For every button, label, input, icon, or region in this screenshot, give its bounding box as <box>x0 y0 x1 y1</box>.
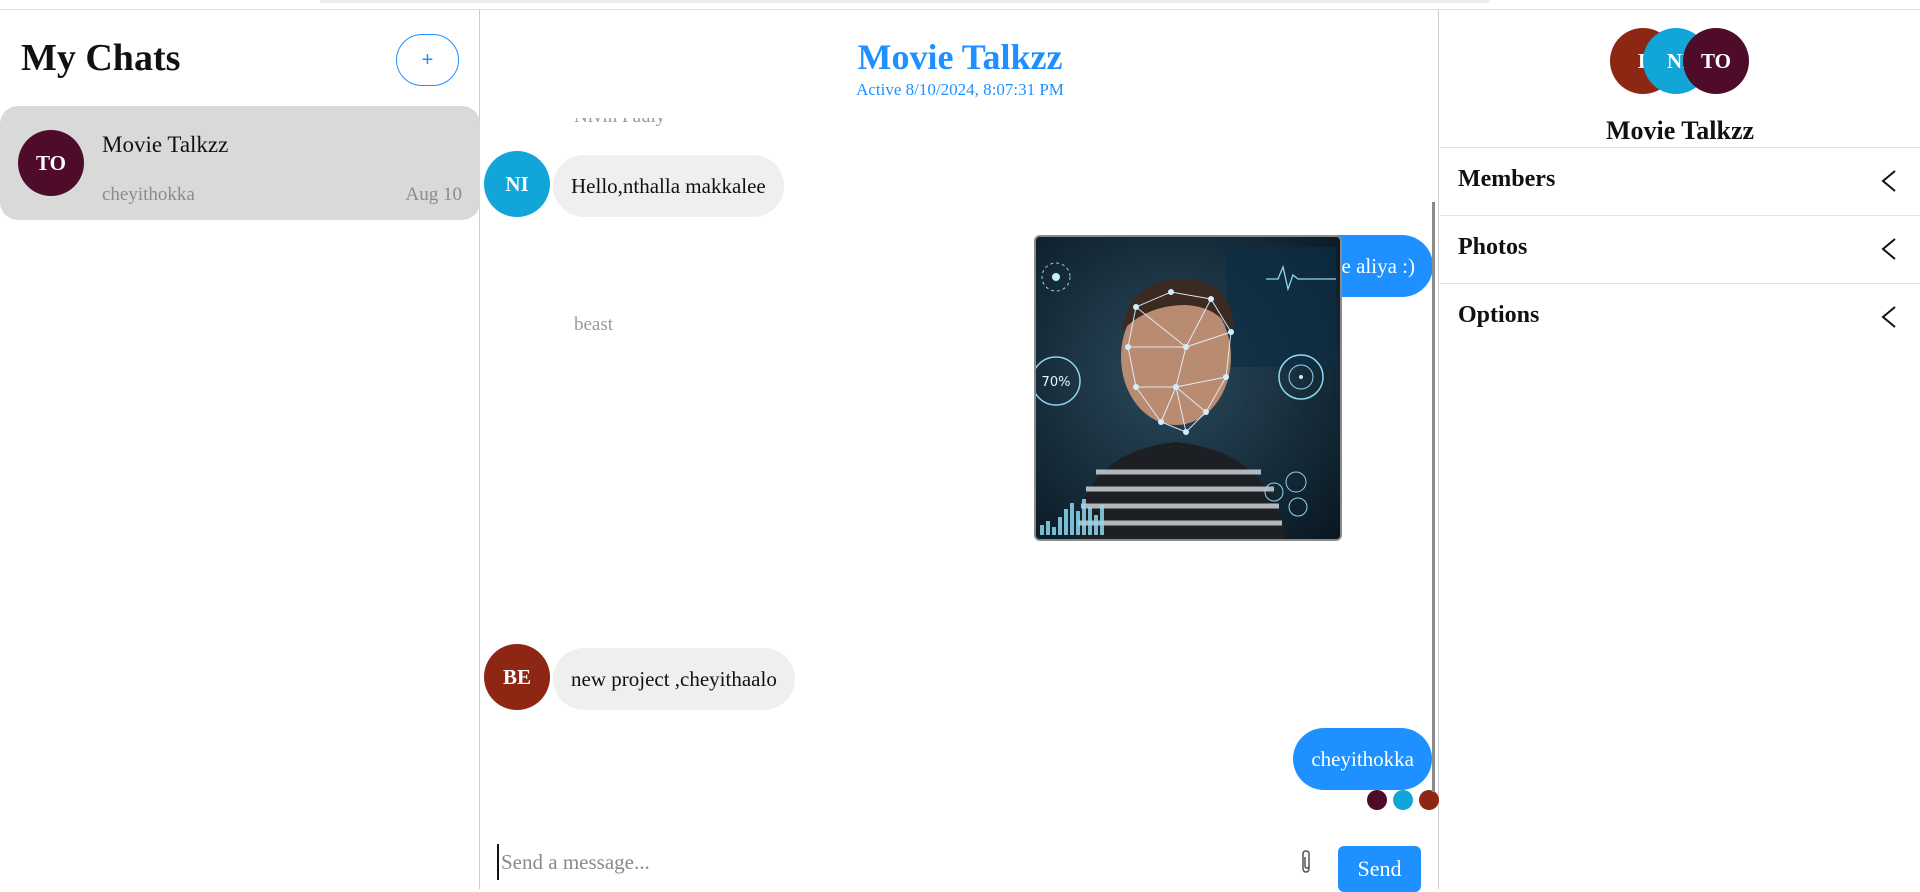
group-name: Movie Talkzz <box>1605 116 1755 145</box>
chat-details-panel: BE NI TO Movie Talkzz Members Photos Opt… <box>1440 10 1920 889</box>
photo-badge: 70% <box>1042 375 1071 390</box>
section-label: Members <box>1458 166 1556 192</box>
message-bubble-incoming: Hello,nthalla makkalee <box>553 155 784 217</box>
face-scan-image: 70% <box>1036 237 1340 539</box>
message-list-scrollbar[interactable] <box>1432 202 1435 792</box>
section-label: Photos <box>1458 234 1528 260</box>
member-avatar: TO <box>1683 28 1749 94</box>
horizontal-scroll-hint[interactable] <box>320 0 1490 3</box>
message-bubble-incoming: new project ,cheyithaalo <box>553 648 795 710</box>
avatar: NI <box>484 151 550 217</box>
conversation-title: Movie Talkzz <box>857 37 1063 77</box>
message-image[interactable]: 70% <box>1034 235 1342 541</box>
chat-date: Aug 10 <box>405 184 462 205</box>
read-receipt-avatar <box>1393 790 1413 810</box>
read-receipt-avatar <box>1367 790 1387 810</box>
chevron-left-icon <box>1881 238 1896 260</box>
chevron-left-icon <box>1881 306 1896 328</box>
chevron-left-icon <box>1881 170 1896 192</box>
message-sender-name: beast <box>574 314 614 335</box>
chat-list-panel: My Chats + TO Movie Talkzz cheyithokka A… <box>0 10 480 889</box>
section-label: Options <box>1458 302 1540 328</box>
member-avatar-initials: TO <box>1701 48 1731 73</box>
new-group-button[interactable]: + <box>396 34 459 86</box>
section-options[interactable]: Options <box>1440 283 1920 351</box>
browser-top-strip <box>0 0 1920 10</box>
paperclip-icon[interactable] <box>1294 848 1318 876</box>
conversation-status: Active 8/10/2024, 8:07:31 PM <box>856 80 1064 99</box>
chat-list-title: My Chats <box>21 37 181 79</box>
chat-list-item[interactable]: TO Movie Talkzz cheyithokka Aug 10 <box>0 106 480 220</box>
send-button[interactable]: Send <box>1338 846 1421 892</box>
message-input[interactable] <box>497 844 1257 880</box>
message-composer: Send <box>481 830 1439 892</box>
avatar: TO <box>18 130 84 196</box>
message-bubble-outgoing: cheyithokka <box>1293 728 1432 790</box>
read-receipt-avatar <box>1419 790 1439 810</box>
chat-name: Movie Talkzz <box>102 132 229 157</box>
section-photos[interactable]: Photos <box>1440 215 1920 283</box>
chat-last-message: cheyithokka <box>102 184 195 205</box>
section-members[interactable]: Members <box>1440 147 1920 215</box>
conversation-panel: Movie Talkzz Active 8/10/2024, 8:07:31 P… <box>481 10 1439 892</box>
message-sender-name: Nivin Pauly <box>574 118 665 128</box>
avatar: BE <box>484 644 550 710</box>
